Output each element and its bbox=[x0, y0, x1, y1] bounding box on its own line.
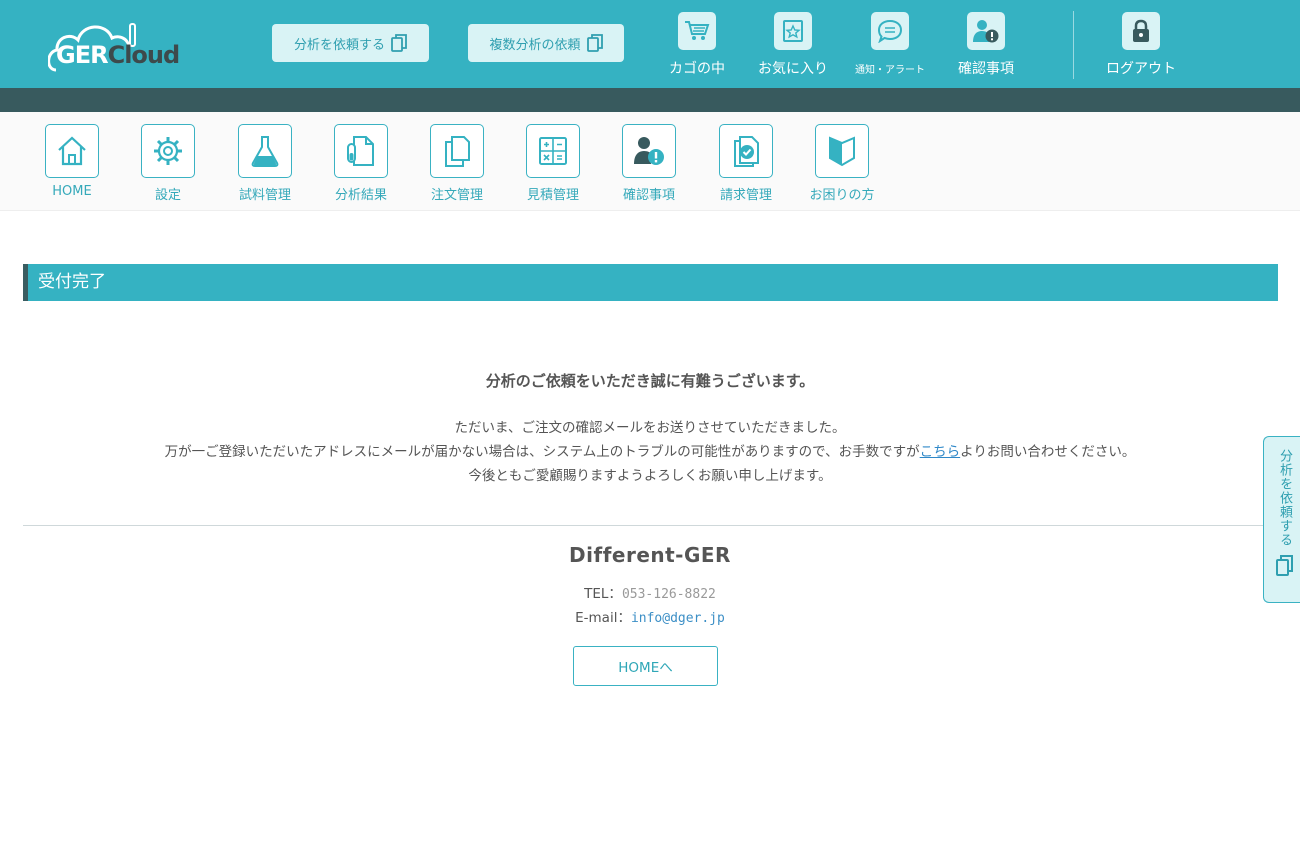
main-nav-estimates[interactable]: 見積管理 bbox=[508, 124, 598, 203]
main-nav-confirmations[interactable]: 確認事項 bbox=[604, 124, 694, 203]
top-header: GERCloud 分析を依頼する 複数分析の依頼 カゴの中 お気に入り 通知・ア… bbox=[0, 0, 1300, 88]
main-nav-label: 請求管理 bbox=[719, 188, 772, 203]
message-line-2-after: よりお問い合わせください。 bbox=[960, 444, 1136, 460]
content-divider bbox=[23, 525, 1278, 526]
contact-email: E-mail：info@dger.jp bbox=[0, 606, 1300, 626]
main-nav-label: 確認事項 bbox=[622, 188, 675, 203]
request-analysis-label: 分析を依頼する bbox=[293, 37, 385, 53]
main-nav-icon-box bbox=[141, 124, 195, 178]
header-nav-label: 確認事項 bbox=[958, 61, 1014, 77]
header-sub-bar bbox=[0, 88, 1300, 112]
chat-bubble-icon bbox=[877, 19, 903, 43]
cart-icon bbox=[685, 21, 710, 40]
main-nav-icon-box bbox=[334, 124, 388, 178]
beginner-mark-icon bbox=[829, 136, 855, 167]
main-nav-label: お困りの方 bbox=[809, 188, 875, 203]
header-nav-icon-box bbox=[871, 12, 909, 50]
logo[interactable]: GERCloud bbox=[48, 14, 198, 74]
main-nav-icon-box bbox=[622, 124, 676, 178]
tel-label: TEL： bbox=[584, 586, 622, 602]
header-nav-icon-box bbox=[967, 12, 1005, 50]
main-nav-icon-box bbox=[719, 124, 773, 178]
side-request-tab[interactable]: 分析を依頼する bbox=[1263, 436, 1300, 603]
logo-ger: GER bbox=[56, 41, 109, 69]
thanks-heading: 分析のご依頼をいただき誠に有難うございます。 bbox=[485, 372, 815, 390]
logo-cloud: Cloud bbox=[107, 41, 181, 69]
test-tube-document-icon bbox=[347, 136, 374, 166]
main-nav-billing[interactable]: 請求管理 bbox=[701, 124, 791, 203]
main-nav-label: 設定 bbox=[154, 188, 181, 203]
main-nav-icon-box bbox=[45, 124, 99, 178]
copy-icon bbox=[586, 34, 603, 52]
header-nav-label: お気に入り bbox=[758, 61, 828, 77]
home-icon bbox=[58, 136, 86, 166]
logout-label: ログアウト bbox=[1106, 61, 1176, 77]
main-nav-home[interactable]: HOME bbox=[27, 124, 117, 199]
section-title: 受付完了 bbox=[23, 264, 1278, 301]
main-nav-icon-box bbox=[238, 124, 292, 178]
main-nav-icon-box bbox=[815, 124, 869, 178]
user-alert-icon bbox=[973, 20, 999, 43]
main-nav-settings[interactable]: 設定 bbox=[123, 124, 213, 203]
main-nav-label: HOME bbox=[52, 184, 92, 199]
main-nav: HOME 設定 試料管理 分析結果 注文管理 見積管理 確認事項 請求管理 お困… bbox=[0, 112, 1300, 211]
header-nav-label: カゴの中 bbox=[669, 61, 725, 77]
multi-request-button[interactable]: 複数分析の依頼 bbox=[468, 24, 624, 62]
header-nav-cart[interactable]: カゴの中 bbox=[649, 12, 745, 82]
header-nav-favorites[interactable]: お気に入り bbox=[745, 12, 841, 82]
header-nav-confirmations[interactable]: 確認事項 bbox=[938, 12, 1034, 82]
lock-icon bbox=[1133, 19, 1149, 42]
email-link[interactable]: info@dger.jp bbox=[631, 611, 725, 626]
main-nav-orders[interactable]: 注文管理 bbox=[412, 124, 502, 203]
document-check-icon bbox=[734, 136, 759, 167]
main-nav-icon-box bbox=[430, 124, 484, 178]
side-tab-label: 分析を依頼する bbox=[1277, 449, 1292, 547]
copy-icon bbox=[391, 34, 407, 52]
main-nav-label: 分析結果 bbox=[334, 188, 387, 203]
header-nav-icon-box bbox=[1122, 12, 1160, 50]
gear-icon bbox=[154, 137, 182, 165]
logout-button[interactable]: ログアウト bbox=[1093, 12, 1189, 82]
multi-request-label: 複数分析の依頼 bbox=[489, 37, 581, 53]
main-nav-help[interactable]: お困りの方 bbox=[797, 124, 887, 203]
email-label: E-mail： bbox=[575, 610, 631, 626]
user-alert-icon bbox=[634, 137, 664, 165]
request-analysis-button[interactable]: 分析を依頼する bbox=[272, 24, 429, 62]
home-button[interactable]: HOMEへ bbox=[573, 646, 718, 686]
message-line-2-before: 万が一ご登録いただいたアドレスにメールが届かない場合は、システム上のトラブルの可… bbox=[164, 444, 920, 460]
logo-text: GERCloud bbox=[56, 41, 181, 69]
favorite-star-icon bbox=[783, 20, 803, 42]
header-nav-notifications[interactable]: 通知・アラート bbox=[842, 12, 938, 82]
calculator-icon bbox=[539, 137, 567, 165]
company-name: Different-GER bbox=[569, 543, 731, 567]
main-nav-samples[interactable]: 試料管理 bbox=[220, 124, 310, 203]
header-nav-icon-box bbox=[774, 12, 812, 50]
main-nav-label: 試料管理 bbox=[238, 188, 291, 203]
main-nav-label: 見積管理 bbox=[526, 188, 579, 203]
documents-icon bbox=[445, 136, 470, 167]
tel-value: 053-126-8822 bbox=[621, 587, 716, 602]
contact-link[interactable]: こちら bbox=[920, 444, 961, 460]
main-nav-results[interactable]: 分析結果 bbox=[316, 124, 406, 203]
header-nav-label: 通知・アラート bbox=[855, 65, 925, 76]
message-line-3: 今後ともご愛顧賜りますようよろしくお願い申し上げます。 bbox=[468, 468, 832, 484]
copy-icon bbox=[1275, 555, 1293, 576]
flask-icon bbox=[251, 136, 279, 167]
main-nav-icon-box bbox=[526, 124, 580, 178]
header-separator bbox=[1073, 11, 1074, 79]
main-nav-label: 注文管理 bbox=[430, 188, 483, 203]
message-line-2: 万が一ご登録いただいたアドレスにメールが届かない場合は、システム上のトラブルの可… bbox=[0, 440, 1300, 460]
message-line-1: ただいま、ご注文の確認メールをお送りさせていただきました。 bbox=[454, 420, 846, 436]
contact-tel: TEL：053-126-8822 bbox=[0, 582, 1300, 602]
header-nav-icon-box bbox=[678, 12, 716, 50]
